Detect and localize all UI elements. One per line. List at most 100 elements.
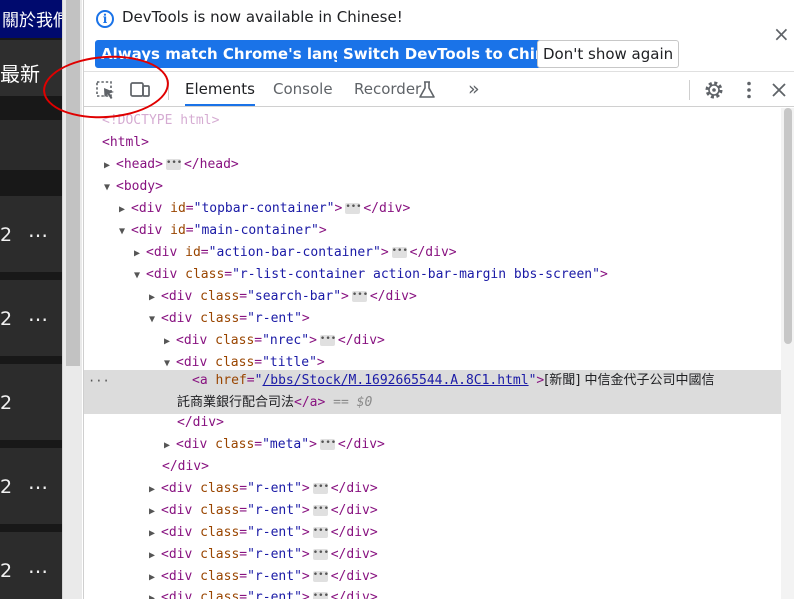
more-button[interactable]: …	[28, 470, 49, 494]
more-button[interactable]: …	[28, 554, 49, 578]
collapse-triangle-icon[interactable]: ▼	[104, 177, 116, 199]
inspect-element-icon[interactable]	[94, 79, 118, 101]
expand-triangle-icon[interactable]: ▶	[149, 287, 161, 309]
tree-node-r-ent[interactable]: ▶ <div class="r-ent"> ••• </div>	[84, 500, 781, 522]
elements-scrollbar-thumb[interactable]	[784, 108, 792, 344]
div-open-tag: <div	[146, 245, 178, 260]
about-us-link[interactable]: 關於我們	[0, 0, 62, 38]
ellipsis-icon[interactable]: •••	[312, 505, 329, 516]
more-button[interactable]: …	[28, 218, 49, 242]
attr-eq: =	[254, 333, 263, 348]
tree-node-html[interactable]: <html>	[84, 132, 781, 154]
ellipsis-icon[interactable]: •••	[312, 549, 329, 560]
attr-value: "title"	[262, 355, 317, 370]
tab-console[interactable]: Console	[273, 73, 333, 106]
elements-scrollbar[interactable]	[781, 108, 794, 599]
div-close-tag: </div>	[330, 547, 378, 562]
latest-tab[interactable]: 最新	[0, 40, 62, 96]
expand-triangle-icon[interactable]: ▶	[164, 435, 176, 457]
list-item[interactable]: 2 …	[0, 280, 62, 360]
more-button[interactable]: …	[28, 302, 49, 326]
tag-end: >	[334, 201, 343, 216]
ellipsis-icon[interactable]: •••	[351, 291, 368, 302]
dont-show-again-button[interactable]: Don't show again	[537, 40, 680, 68]
expand-triangle-icon[interactable]: ▶	[149, 501, 161, 523]
div-close-tag: </div>	[330, 481, 378, 496]
close-icon[interactable]: ×	[773, 22, 790, 46]
ellipsis-icon[interactable]: •••	[312, 527, 329, 538]
device-toolbar-icon[interactable]	[128, 79, 152, 101]
href-link[interactable]: /bbs/Stock/M.1692665544.A.8C1.html	[262, 373, 528, 388]
tree-node-doctype[interactable]: <!DOCTYPE html>	[84, 110, 781, 132]
attr-value: "nrec"	[262, 333, 310, 348]
tag-end: >	[318, 223, 327, 238]
tree-node-close[interactable]: </div>	[84, 456, 781, 478]
page-scrollbar-thumb[interactable]	[66, 0, 80, 366]
tree-node-selected-link[interactable]: ··· <a href="/bbs/Stock/M.1692665544.A.8…	[84, 370, 781, 414]
kebab-menu-icon[interactable]	[737, 79, 761, 101]
expand-triangle-icon[interactable]: ▶	[149, 588, 161, 599]
page-content: 關於我們 最新 2 … 2 … 2 2 … 2 …	[0, 0, 62, 599]
expand-triangle-icon[interactable]: ▶	[149, 545, 161, 567]
attr-eq: =	[239, 503, 248, 518]
attr-value: "r-ent"	[247, 481, 302, 496]
tree-node-action-bar[interactable]: ▶ <div id="action-bar-container"> ••• </div…	[84, 242, 781, 264]
attr-name: class	[215, 333, 255, 348]
attr-value: "r-ent"	[247, 311, 302, 326]
tree-node-meta[interactable]: ▶ <div class="meta"> ••• </div>	[84, 434, 781, 456]
tree-node-r-ent[interactable]: ▼ <div class="r-ent">	[84, 308, 781, 330]
tree-node-r-ent[interactable]: ▶ <div class="r-ent"> ••• </div>	[84, 566, 781, 588]
tab-elements[interactable]: Elements	[185, 73, 255, 106]
expand-triangle-icon[interactable]: ▶	[149, 567, 161, 589]
tree-node-topbar[interactable]: ▶ <div id="topbar-container"> ••• </div>	[84, 198, 781, 220]
tree-node-r-list[interactable]: ▼ <div class="r-list-container action-bar…	[84, 264, 781, 286]
more-tabs-button[interactable]: »	[468, 73, 480, 106]
tree-node-r-ent[interactable]: ▶ <div class="r-ent"> ••• </div>	[84, 587, 781, 599]
ellipsis-icon[interactable]: •••	[319, 335, 336, 346]
ellipsis-icon[interactable]: •••	[312, 592, 329, 599]
toolbar-divider	[689, 80, 690, 100]
expand-triangle-icon[interactable]: ▶	[119, 199, 131, 221]
ellipsis-icon[interactable]: •••	[319, 439, 336, 450]
expand-triangle-icon[interactable]: ▶	[104, 155, 116, 177]
page-scrollbar[interactable]	[62, 0, 82, 599]
collapse-triangle-icon[interactable]: ▼	[149, 309, 161, 331]
list-item[interactable]: 2	[0, 364, 62, 444]
tab-recorder[interactable]: Recorder	[354, 73, 421, 106]
tree-node-close[interactable]: </div>	[84, 412, 781, 434]
tag-end: >	[309, 333, 317, 348]
flask-icon	[418, 80, 442, 102]
tree-node-r-ent[interactable]: ▶ <div class="r-ent"> ••• </div>	[84, 478, 781, 500]
list-item[interactable]: 2 …	[0, 532, 62, 599]
expand-triangle-icon[interactable]: ▶	[149, 479, 161, 501]
div-open-tag: <div	[146, 267, 178, 282]
info-icon: i	[96, 10, 114, 28]
tree-node-r-ent[interactable]: ▶ <div class="r-ent"> ••• </div>	[84, 522, 781, 544]
gutter-menu-icon[interactable]: ···	[88, 370, 110, 392]
tree-node-search-bar[interactable]: ▶ <div class="search-bar"> ••• </div>	[84, 286, 781, 308]
tree-node-head[interactable]: ▶ <head> ••• </head>	[84, 154, 781, 176]
tree-node-body[interactable]: ▼ <body>	[84, 176, 781, 198]
item-count: 2	[0, 392, 13, 414]
attr-value: "r-ent"	[247, 547, 302, 562]
div-open-tag: <div	[161, 289, 193, 304]
collapse-triangle-icon[interactable]: ▼	[134, 265, 146, 287]
ellipsis-icon[interactable]: •••	[391, 247, 408, 258]
list-item[interactable]: 2 …	[0, 448, 62, 528]
tree-node-main[interactable]: ▼ <div id="main-container">	[84, 220, 781, 242]
collapse-triangle-icon[interactable]: ▼	[119, 221, 131, 243]
expand-triangle-icon[interactable]: ▶	[149, 523, 161, 545]
ellipsis-icon[interactable]: •••	[165, 159, 182, 170]
expand-triangle-icon[interactable]: ▶	[164, 331, 176, 353]
gear-icon[interactable]	[702, 79, 726, 101]
ellipsis-icon[interactable]: •••	[312, 483, 329, 494]
tree-node-nrec[interactable]: ▶ <div class="nrec"> ••• </div>	[84, 330, 781, 352]
attr-eq: =	[224, 267, 233, 282]
expand-triangle-icon[interactable]: ▶	[134, 243, 146, 265]
list-item[interactable]: 2 …	[0, 196, 62, 276]
ellipsis-icon[interactable]: •••	[312, 571, 329, 582]
close-icon[interactable]	[767, 79, 791, 101]
ellipsis-icon[interactable]: •••	[345, 203, 362, 214]
tree-node-r-ent[interactable]: ▶ <div class="r-ent"> ••• </div>	[84, 544, 781, 566]
div-close-tag: </div>	[409, 245, 457, 260]
